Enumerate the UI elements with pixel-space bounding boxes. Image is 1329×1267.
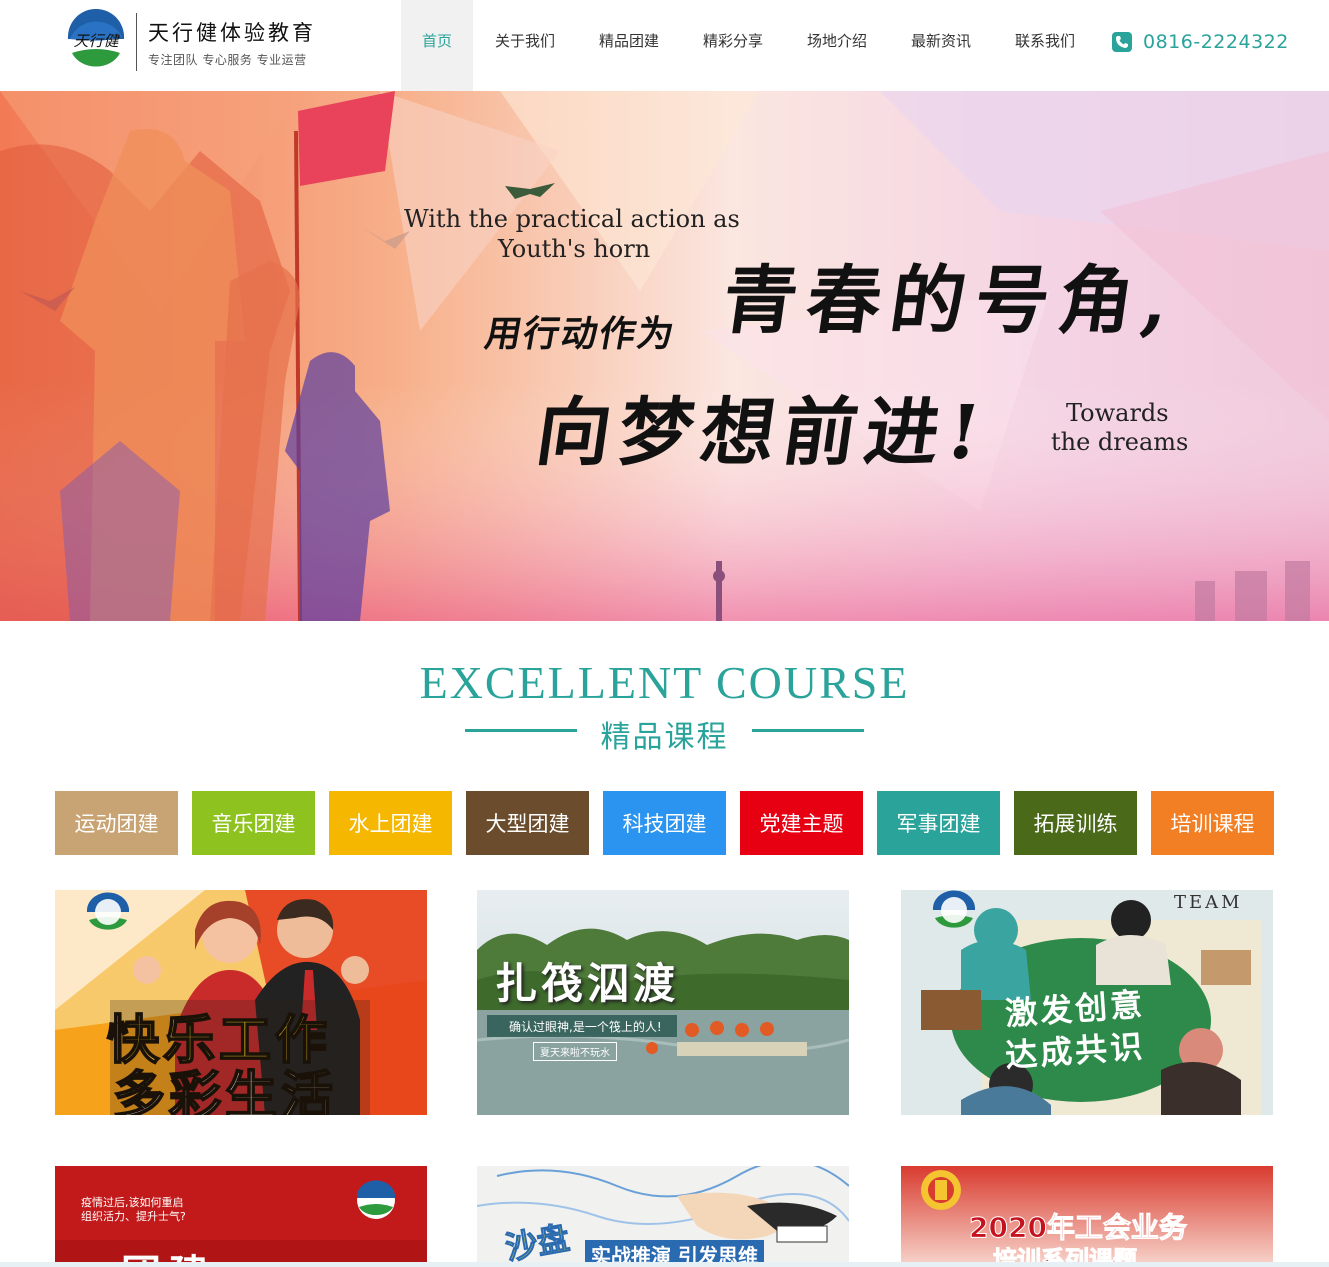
logo-divider [136,13,137,71]
banner-cn-headline1: 青春的号角, [717,258,1185,344]
banner-cn-small: 用行动作为 [481,313,680,355]
site-header: 天行健 天行健体验教育 专注团队 专心服务 专业运营 首页 关于我们 精品团建 … [0,0,1329,91]
banner-en-line4: the dreams [1051,428,1189,456]
card-text-line2: 组织活力、提升士气? [81,1210,186,1223]
nav-item-about[interactable]: 关于我们 [473,0,577,91]
nav-item-team-building[interactable]: 精品团建 [577,0,681,91]
card-sub-caption: 夏天来啦不玩水 [533,1042,617,1061]
card-logo-icon [929,890,979,930]
card-caption: 确认过眼神,是一个筏上的人! [509,1020,662,1034]
card-headline-line2: 达成共识 [1003,1027,1147,1075]
banner-en-line1: With the practical action as [404,205,740,233]
nav-item-contact[interactable]: 联系我们 [993,0,1097,91]
card-corner-label: TEAM [1174,892,1243,913]
section-title-cn: 精品课程 [600,720,729,755]
course-card-post-epidemic[interactable]: 疫情过后,该如何重启 组织活力、提升士气? 团建 [55,1166,427,1262]
nav-item-home[interactable]: 首页 [401,0,473,91]
nav-item-sharing[interactable]: 精彩分享 [681,0,785,91]
card-headline: 团建 [121,1242,217,1262]
nav-item-venues[interactable]: 场地介绍 [785,0,889,91]
course-card-happy-work[interactable]: 快乐工作 多彩生活 [55,890,427,1115]
course-card-union-training[interactable]: 2020年工会业务 培训系列课题 [901,1166,1273,1262]
card-headline-line2: 多彩生活 [112,1066,338,1115]
section-title-en: EXCELLENT COURSE [419,657,910,708]
logo-name: 天行健体验教育 [148,21,316,45]
header-phone[interactable]: 0816-2224322 [1112,29,1289,55]
banner-en-line2: Youth's horn [498,235,651,263]
card-sub-headline: 实战推演 引发思维 [585,1240,764,1262]
section-title-line-right [752,729,864,732]
course-card-creativity[interactable]: TEAM 激发创意 达成共识 [901,890,1273,1115]
category-military[interactable]: 军事团建 [877,791,1000,855]
category-training[interactable]: 培训课程 [1151,791,1274,855]
hero-banner[interactable]: With the practical action as Youth's hor… [0,91,1329,621]
course-card-raft-crossing[interactable]: 扎筏泅渡 确认过眼神,是一个筏上的人! 夏天来啦不玩水 [477,890,849,1115]
phone-number: 0816-2224322 [1143,31,1289,53]
course-card-sand-table[interactable]: 沙盘 实战推演 引发思维 [477,1166,849,1262]
card-logo-icon [83,892,133,932]
category-outward-bound[interactable]: 拓展训练 [1014,791,1137,855]
category-large-scale[interactable]: 大型团建 [466,791,589,855]
card-logo-icon [351,1180,401,1220]
card-headline: 扎筏泅渡 [495,959,680,1008]
category-party-theme[interactable]: 党建主题 [740,791,863,855]
category-tabs: 运动团建 音乐团建 水上团建 大型团建 科技团建 党建主题 军事团建 拓展训练 … [55,791,1274,855]
category-tech[interactable]: 科技团建 [603,791,726,855]
logo-mark-text: 天行健 [73,32,120,50]
category-sports[interactable]: 运动团建 [55,791,178,855]
category-music[interactable]: 音乐团建 [192,791,315,855]
main-nav: 首页 关于我们 精品团建 精彩分享 场地介绍 最新资讯 联系我们 [401,0,1097,91]
bottom-scroll-strip [0,1262,1329,1267]
nav-item-news[interactable]: 最新资讯 [889,0,993,91]
logo-slogan: 专注团队 专心服务 专业运营 [148,53,307,67]
logo-emblem-icon: 天行健 [64,8,128,75]
banner-cn-headline2: 向梦想前进! [531,390,994,476]
card-headline-line2: 培训系列课题 [993,1246,1138,1263]
phone-icon [1112,32,1132,52]
category-water[interactable]: 水上团建 [329,791,452,855]
site-logo[interactable]: 天行健 天行健体验教育 专注团队 专心服务 专业运营 [64,8,324,75]
banner-en-line3: Towards [1066,399,1169,427]
